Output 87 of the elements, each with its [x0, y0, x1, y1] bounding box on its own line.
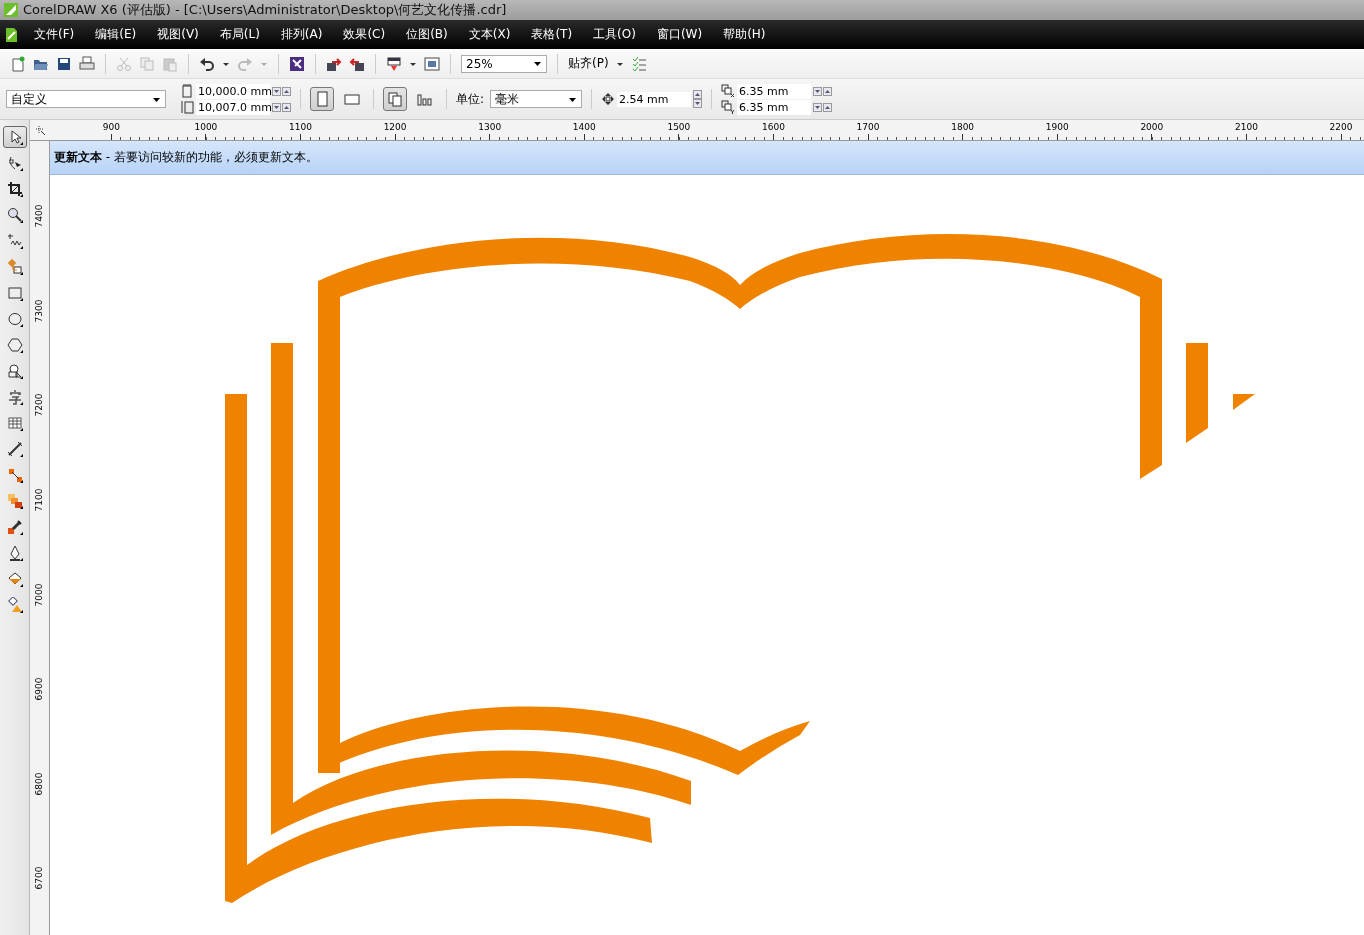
caret-icon[interactable]: [615, 60, 624, 67]
pick-tool-button[interactable]: [2, 126, 27, 148]
menu-item[interactable]: 效果(C): [332, 26, 396, 43]
units-label: 单位:: [456, 90, 485, 108]
menu-item[interactable]: 位图(B): [395, 26, 458, 43]
interactive-fill-tool-icon: [6, 597, 23, 613]
caret-icon[interactable]: [409, 60, 417, 67]
menu-item[interactable]: 编辑(E): [84, 26, 147, 43]
rectangle-tool-icon: [6, 285, 23, 301]
ruler-label: 6900: [34, 677, 45, 701]
text-tool-icon: [6, 389, 23, 405]
ruler-label: 6800: [34, 772, 45, 796]
import-icon[interactable]: [326, 55, 342, 72]
spin-up-icon[interactable]: [823, 102, 833, 112]
spin-down-icon[interactable]: [693, 99, 703, 108]
export-icon[interactable]: [349, 55, 365, 72]
caret-icon[interactable]: [222, 60, 230, 67]
menu-item[interactable]: 排列(A): [269, 26, 333, 43]
window-title: CorelDRAW X6 (评估版) - [C:\Users\Administrator\Desktop\何艺文化传播.cdr]: [23, 1, 507, 19]
all-pages-button[interactable]: [383, 87, 407, 111]
portrait-icon: [314, 91, 330, 107]
duplicate-x-icon: [721, 84, 736, 98]
spin-up-icon[interactable]: [693, 90, 703, 99]
portrait-button[interactable]: [310, 87, 334, 111]
crop-tool-icon: [6, 181, 23, 197]
polygon-tool-icon: [6, 337, 23, 353]
ruler-label: 7400: [34, 204, 45, 228]
current-pages-icon: [417, 91, 433, 107]
menu-item[interactable]: 视图(V): [146, 26, 209, 43]
menu-item[interactable]: 布局(L): [208, 26, 270, 43]
duplicate-x-field[interactable]: 6.35 mm: [737, 83, 812, 99]
menu-item[interactable]: 帮助(H): [712, 26, 776, 43]
ruler-label: 7200: [34, 394, 45, 417]
freehand-tool-icon: [6, 233, 23, 249]
menu-item[interactable]: 表格(T): [520, 26, 583, 43]
table-tool-icon: [6, 415, 23, 431]
landscape-icon: [344, 91, 360, 107]
options-list-icon[interactable]: [630, 55, 647, 72]
smart-fill-tool-icon: [6, 259, 23, 275]
spin-up-icon[interactable]: [823, 86, 833, 96]
snap-to-button[interactable]: 贴齐(P): [568, 55, 609, 72]
ruler-label: 7300: [34, 299, 45, 323]
page-width-icon: [180, 84, 194, 98]
menu-item[interactable]: 工具(O): [582, 26, 646, 43]
app-logo-icon: [3, 2, 19, 18]
zoom-dropdown[interactable]: 25%: [461, 54, 547, 73]
height-field[interactable]: 10,007.0 mm: [196, 99, 270, 115]
units-dropdown[interactable]: 毫米: [490, 90, 583, 108]
ruler-label: 7100: [34, 488, 45, 512]
undo-icon[interactable]: [199, 55, 215, 72]
nudge-arrows-icon: [601, 92, 616, 106]
nudge-distance-field[interactable]: 2.54 mm: [617, 91, 692, 107]
save-icon[interactable]: [56, 55, 72, 72]
spin-down-icon[interactable]: [272, 102, 281, 112]
menu-item[interactable]: 窗口(W): [645, 26, 713, 43]
print-icon[interactable]: [79, 55, 95, 72]
document-icon[interactable]: [3, 26, 19, 43]
zoom-tool-icon: [6, 207, 23, 223]
ruler-label: 6700: [34, 867, 45, 890]
menu-item[interactable]: 文本(X): [457, 26, 521, 43]
blend-tool-icon: [6, 493, 23, 509]
spin-down-icon[interactable]: [272, 86, 281, 96]
fill-tool-icon: [6, 571, 23, 587]
dimension-tool-icon: [6, 441, 23, 457]
all-pages-icon: [387, 91, 403, 107]
spin-up-icon[interactable]: [282, 86, 291, 96]
dropdown-arrow-icon: [533, 60, 542, 67]
menu-item[interactable]: 文件(F): [23, 26, 85, 43]
spin-down-icon[interactable]: [813, 86, 823, 96]
dropdown-arrow-icon: [568, 95, 578, 103]
spin-up-icon[interactable]: [282, 102, 291, 112]
dropdown-arrow-icon: [152, 95, 161, 103]
spin-down-icon[interactable]: [813, 102, 823, 112]
page-size-dropdown[interactable]: 自定义: [6, 90, 166, 108]
shape-tool-icon: [6, 155, 23, 171]
ellipse-tool-icon: [6, 311, 23, 327]
ruler-origin-icon[interactable]: [34, 124, 46, 136]
eyedropper-tool-icon: [6, 519, 23, 535]
duplicate-y-field[interactable]: 6.35 mm: [737, 99, 812, 115]
page-height-icon: [180, 100, 194, 114]
duplicate-y-icon: [721, 100, 736, 114]
basic-shapes-tool-icon: [6, 363, 23, 379]
connector-tool-icon: [6, 467, 23, 483]
new-document-icon[interactable]: [10, 55, 26, 72]
ruler-label: 7000: [34, 583, 45, 607]
notification-text: 更新文本 - 若要访问较新的功能，必须更新文本。: [54, 149, 318, 166]
width-field[interactable]: 10,000.0 mm: [196, 83, 270, 99]
